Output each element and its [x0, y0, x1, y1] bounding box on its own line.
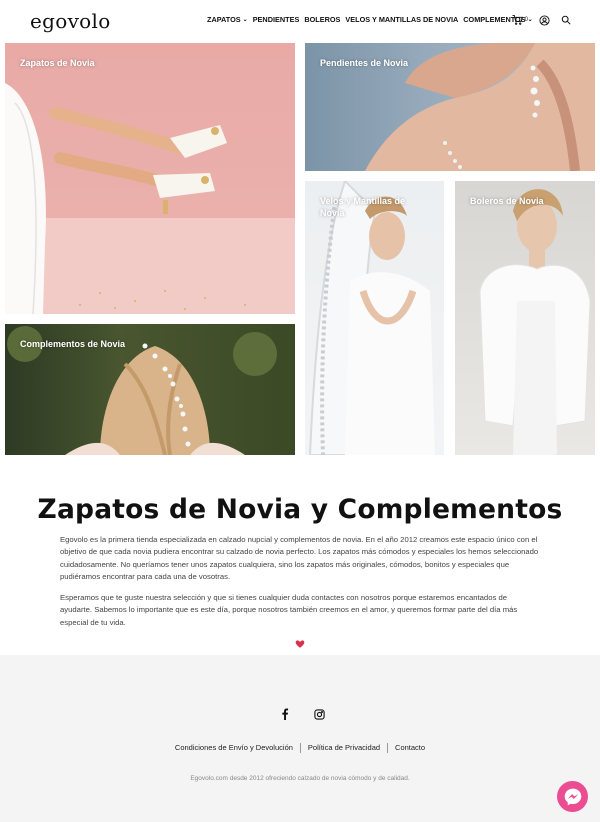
nav-item-boleros[interactable]: BOLEROS — [304, 15, 340, 24]
nav-item-velos[interactable]: VELOS Y MANTILLAS DE NOVIA — [345, 15, 458, 24]
shoes-image — [5, 83, 295, 314]
nav-label: BOLEROS — [304, 15, 341, 24]
footer-links: Condiciones de Envío y Devolución Políti… — [0, 743, 600, 753]
nav-item-pendientes[interactable]: PENDIENTES — [253, 15, 300, 24]
heart-icon — [295, 640, 305, 648]
nav-label: ZAPATOS — [207, 15, 241, 24]
intro-paragraph: Egovolo es la primera tienda especializa… — [60, 535, 539, 581]
instagram-link[interactable] — [312, 707, 326, 721]
header-icons: 0 — [512, 14, 572, 26]
category-label: Pendientes de Novia — [320, 58, 409, 68]
cart-count: 0 — [524, 17, 528, 23]
cart-button[interactable]: 0 — [512, 14, 528, 26]
intro-paragraph-2: Esperamos que te guste nuestra selección… — [60, 593, 518, 627]
category-tile-velos[interactable]: Velos y Mantillas de Novia — [305, 181, 444, 455]
nav-label: PENDIENTES — [252, 15, 300, 24]
main-nav: ZAPATOS ⌄ PENDIENTES BOLEROS VELOS Y MAN… — [207, 15, 533, 24]
instagram-icon — [313, 708, 325, 720]
category-tile-zapatos[interactable]: Zapatos de Novia — [5, 43, 295, 314]
category-label: Zapatos de Novia — [20, 58, 95, 68]
veil-image — [308, 181, 435, 455]
search-button[interactable] — [560, 14, 572, 26]
account-button[interactable] — [538, 14, 550, 26]
page-title: Zapatos de Novia y Complementos — [37, 494, 563, 525]
category-label: Complementos de Novia — [20, 339, 126, 349]
bolero-image — [479, 189, 591, 455]
cart-icon — [512, 15, 523, 25]
social-links — [278, 707, 326, 721]
user-icon — [538, 14, 550, 26]
category-tile-complementos[interactable]: Complementos de Novia — [5, 324, 295, 455]
nav-label: VELOS Y MANTILLAS DE NOVIA — [345, 15, 459, 24]
site-footer — [0, 655, 600, 822]
facebook-link[interactable] — [278, 707, 292, 721]
site-header: egovolo ZAPATOS ⌄ PENDIENTES BOLEROS VEL… — [0, 0, 600, 42]
category-label: Velos y Mantillas de Novia — [320, 196, 406, 218]
site-logo[interactable]: egovolo — [30, 9, 111, 33]
contact-link[interactable]: Contacto — [388, 743, 432, 753]
copyright-text: Egovolo.com desde 2012 ofreciendo calzad… — [190, 775, 410, 782]
messenger-icon — [564, 788, 581, 805]
facebook-icon — [282, 708, 289, 720]
category-tile-pendientes[interactable]: Pendientes de Novia — [305, 43, 595, 171]
category-label: Boleros de Novia — [470, 196, 544, 206]
conditions-link[interactable]: Condiciones de Envío y Devolución — [168, 743, 301, 753]
chevron-down-icon: ⌄ — [242, 17, 248, 23]
nav-item-zapatos[interactable]: ZAPATOS ⌄ — [207, 15, 248, 24]
search-icon — [561, 15, 571, 25]
privacy-link[interactable]: Política de Privacidad — [301, 743, 389, 753]
category-tile-boleros[interactable]: Boleros de Novia — [455, 181, 595, 455]
messenger-chat-button[interactable] — [557, 781, 588, 812]
